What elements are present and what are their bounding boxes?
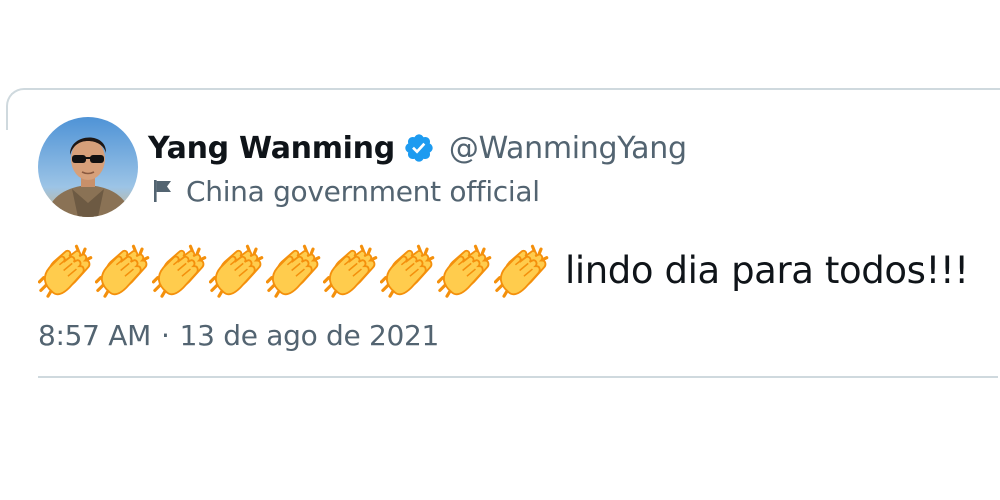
timestamp-separator: · xyxy=(161,318,170,352)
clapping-hands-icon xyxy=(265,242,323,299)
clapping-hands-icon xyxy=(379,242,437,299)
tweet-text: lindo dia para todos!!! xyxy=(565,248,969,292)
clapping-hands-icon xyxy=(151,242,209,299)
author-display-name[interactable]: Yang Wanming xyxy=(148,131,395,166)
author-name-row: Yang Wanming @WanmingYang xyxy=(148,126,687,170)
author-handle[interactable]: @WanmingYang xyxy=(449,131,687,166)
verified-badge-icon xyxy=(403,132,435,164)
tweet-date: 13 de ago de 2021 xyxy=(179,318,440,352)
tweet-card-border xyxy=(6,88,1000,130)
clapping-hands-icon xyxy=(208,242,266,299)
clapping-hands-icon xyxy=(94,242,152,299)
clapping-hands-icon xyxy=(493,242,551,299)
clapping-hands-icon xyxy=(436,242,494,299)
tweet-body: lindo dia para todos!!! xyxy=(37,240,969,300)
clapping-hands-icon xyxy=(37,242,95,299)
clapping-emoji-strip xyxy=(37,242,551,299)
government-label: China government official xyxy=(152,171,540,211)
flag-icon xyxy=(152,178,174,204)
divider xyxy=(38,376,998,378)
tweet-screenshot: Yang Wanming @WanmingYang China governme… xyxy=(0,0,1000,500)
author-avatar[interactable] xyxy=(38,117,138,217)
tweet-timestamp[interactable]: 8:57 AM · 13 de ago de 2021 xyxy=(38,315,439,355)
avatar-photo xyxy=(38,117,138,217)
tweet-time: 8:57 AM xyxy=(38,318,151,352)
clapping-hands-icon xyxy=(322,242,380,299)
government-label-text: China government official xyxy=(186,174,540,208)
